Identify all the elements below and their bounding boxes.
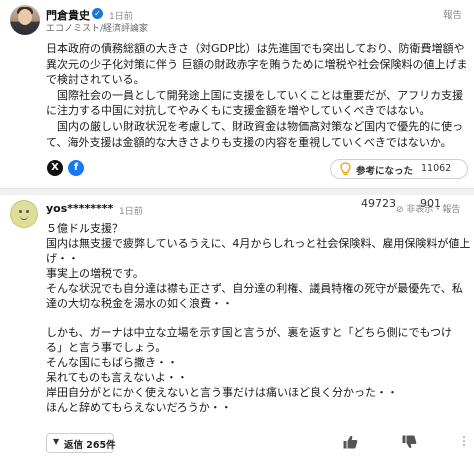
helpful-count: 11062: [421, 163, 452, 174]
comment-line: [46, 311, 470, 326]
comment-line: 岸田自分がとにかく使えないと言う事だけは痛いほど良く分かった・・: [46, 385, 398, 399]
comment-line: る」と言う事でしょう。: [46, 341, 167, 355]
report-button[interactable]: 報告: [443, 7, 462, 21]
user-name[interactable]: yos********: [46, 202, 113, 215]
comment-line: 国内は無支援で疲弊しているうえに、4月からしれっと社会保険料、雇用保険料が値上: [46, 236, 471, 250]
comment-line: で検討されている。: [46, 73, 145, 87]
comment-line: 呆れてものも言えないよ・・: [46, 371, 188, 385]
expert-comment: 門倉貴史 ✓ 1日前 エコノミスト/経済評論家 報告 日本政府の債務総額の大きさ…: [0, 0, 474, 188]
comment-line: しかも、ガーナは中立な立場を示す国と言うが、裏を返すと「どちら側にでもつけ: [46, 326, 453, 340]
x-share-icon[interactable]: X: [47, 160, 63, 176]
replies-button[interactable]: ▼ 返信 265件: [46, 433, 116, 453]
comment-timestamp: 1日前: [119, 207, 143, 217]
user-avatar[interactable]: [10, 200, 38, 228]
avatar-face: [18, 9, 32, 25]
more-options-icon[interactable]: ⋮: [458, 435, 470, 447]
thumbs-up-icon[interactable]: [343, 435, 358, 449]
verified-badge-icon: ✓: [92, 8, 103, 19]
dislike-count: 901: [420, 197, 441, 210]
expert-avatar[interactable]: [10, 5, 40, 35]
facebook-share-icon[interactable]: f: [68, 160, 84, 176]
comment-line: て、海外支援は金額的な大きさよりも支援の内容を重視していくべきではないか。: [46, 135, 452, 149]
user-comment-body: ５億ドル支援？ 国内は無支援で疲弊しているうえに、4月からしれっと社会保険料、雇…: [46, 222, 470, 416]
helpful-button[interactable]: 参考になった 11062: [330, 159, 468, 179]
comment-line: 事実上の増税です。: [46, 266, 144, 280]
hide-icon: ⊘: [396, 205, 404, 215]
lightbulb-icon: [340, 162, 351, 175]
expert-title: エコノミスト/経済評論家: [46, 24, 149, 34]
comment-line: に注力する中国に対抗してやみくもに支援金額を増やしていくべきではない。: [46, 104, 431, 118]
avatar-eye: [26, 210, 29, 213]
avatar-eye: [19, 210, 22, 213]
expert-comment-body: 日本政府の債務総額の大きさ（対GDP比）は先進国でも突出しており、防衛費増額や …: [46, 41, 470, 150]
comment-line: そんな状況でも自分達は襟も正さず、自分達の利権、議員特権の死守が最優先で、私: [46, 281, 463, 295]
comment-line: 達の大切な税金を湯水の如く浪費・・: [46, 296, 233, 310]
user-comment: yos******** 1日前 ⊘ 非表示・報告 ５億ドル支援？ 国内は無支援で…: [0, 195, 474, 463]
comment-line: げ・・: [46, 251, 79, 265]
section-divider: [0, 188, 474, 195]
like-count: 49723: [361, 197, 396, 210]
helpful-label: 参考になった: [356, 166, 414, 177]
avatar-mouth: [20, 215, 28, 220]
comment-line: ５億ドル支援？: [46, 222, 123, 235]
comment-line: ほんと辞めてもらえないだろうか・・: [46, 400, 232, 414]
replies-label: 返信 265件: [64, 440, 116, 451]
thumbs-down-icon[interactable]: [402, 435, 417, 449]
comment-line: 日本政府の債務総額の大きさ（対GDP比）は先進国でも突出しており、防衛費増額や: [46, 42, 465, 55]
chevron-down-icon: ▼: [53, 437, 60, 446]
comment-line: 国際社会の一員として開発途上国に支援をしていくことは重要だが、アフリカ支援: [46, 88, 464, 102]
comment-line: そんな国にもばら撒き・・: [46, 356, 178, 370]
comment-line: 国内の厳しい財政状況を考慮して、財政資金は物価高対策など国内で優先的に使っ: [46, 119, 464, 133]
comment-line: 異次元の少子化対策に伴う 巨額の財政赤字を賄うために増税や社会保険料の値上げま: [46, 57, 468, 71]
